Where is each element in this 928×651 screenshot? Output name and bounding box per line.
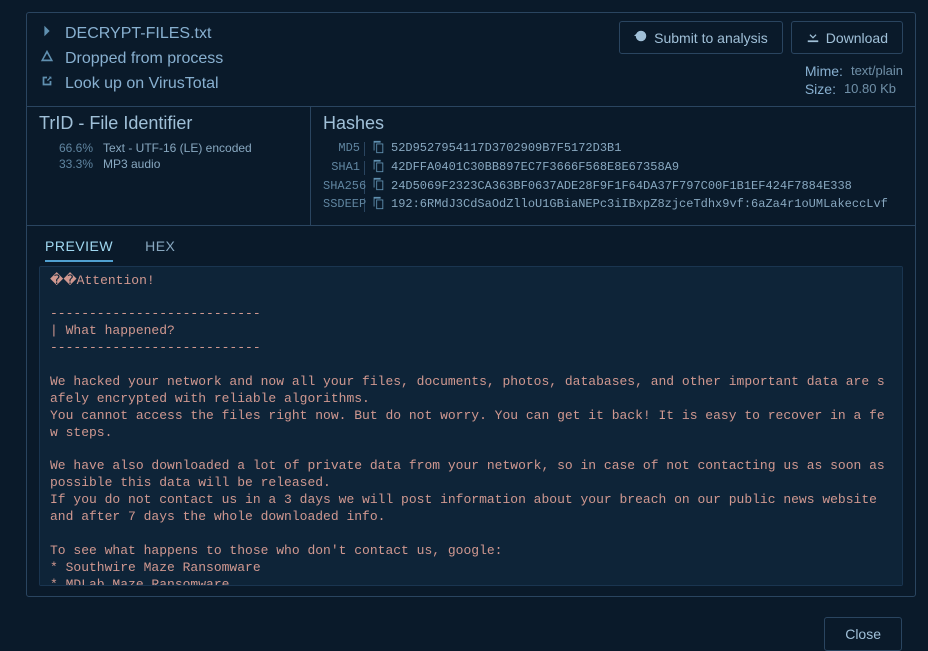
hash-row-md5: MD5 52D9527954117D3702909B7F5172D3B1 bbox=[323, 140, 903, 159]
mime-row: Mime: text/plain bbox=[805, 62, 903, 80]
trid-panel: TrID - File Identifier 66.6% Text - UTF-… bbox=[27, 107, 311, 225]
trid-desc: MP3 audio bbox=[103, 157, 160, 171]
trid-desc: Text - UTF-16 (LE) encoded bbox=[103, 141, 252, 155]
size-value: 10.80 Kb bbox=[844, 81, 896, 97]
hash-label: MD5 bbox=[323, 142, 365, 156]
trid-title: TrID - File Identifier bbox=[39, 113, 298, 134]
download-icon bbox=[806, 29, 820, 46]
hash-label: SSDEEP bbox=[323, 198, 365, 212]
hash-row-sha1: SHA1 42DFFA0401C30BB897EC7F3666F568E8E67… bbox=[323, 159, 903, 178]
preview-pane[interactable]: ��Attention! ---------------------------… bbox=[39, 266, 903, 586]
mime-value: text/plain bbox=[851, 63, 903, 79]
download-label: Download bbox=[826, 30, 888, 46]
submit-analysis-button[interactable]: Submit to analysis bbox=[619, 21, 783, 54]
hash-row-sha256: SHA256 24D5069F2323CA363BF0637ADE28F9F1F… bbox=[323, 177, 903, 196]
dropped-row[interactable]: Dropped from process bbox=[39, 46, 619, 71]
trid-row: 33.3% MP3 audio bbox=[39, 156, 298, 172]
meta-rows: Mime: text/plain Size: 10.80 Kb bbox=[805, 62, 903, 98]
footer: Close bbox=[0, 597, 928, 651]
hash-value: 42DFFA0401C30BB897EC7F3666F568E8E67358A9 bbox=[391, 161, 679, 175]
refresh-icon bbox=[634, 29, 648, 46]
filename: DECRYPT-FILES.txt bbox=[65, 25, 211, 43]
copy-icon[interactable] bbox=[371, 177, 385, 196]
header: DECRYPT-FILES.txt Dropped from process L… bbox=[27, 13, 915, 107]
tab-preview[interactable]: PREVIEW bbox=[45, 234, 113, 262]
external-link-icon bbox=[39, 74, 55, 93]
chevron-right-icon bbox=[39, 24, 55, 43]
warning-icon bbox=[39, 49, 55, 68]
header-buttons: Submit to analysis Download bbox=[619, 21, 903, 54]
trid-pct: 33.3% bbox=[57, 157, 93, 171]
copy-icon[interactable] bbox=[371, 159, 385, 178]
hash-value: 24D5069F2323CA363BF0637ADE28F9F1F64DA37F… bbox=[391, 180, 852, 194]
close-button[interactable]: Close bbox=[824, 617, 902, 651]
size-row: Size: 10.80 Kb bbox=[805, 80, 903, 98]
download-button[interactable]: Download bbox=[791, 21, 903, 54]
hash-label: SHA1 bbox=[323, 161, 365, 175]
hashes-panel: Hashes MD5 52D9527954117D3702909B7F5172D… bbox=[311, 107, 915, 225]
virustotal-label: Look up on VirusTotal bbox=[65, 75, 219, 93]
virustotal-row[interactable]: Look up on VirusTotal bbox=[39, 71, 619, 96]
filename-row[interactable]: DECRYPT-FILES.txt bbox=[39, 21, 619, 46]
mime-label: Mime: bbox=[805, 63, 843, 79]
tab-hex[interactable]: HEX bbox=[145, 234, 175, 262]
file-details-container: DECRYPT-FILES.txt Dropped from process L… bbox=[26, 12, 916, 597]
header-left: DECRYPT-FILES.txt Dropped from process L… bbox=[39, 21, 619, 98]
hash-label: SHA256 bbox=[323, 180, 365, 194]
hash-value: 192:6RMdJ3CdSaOdZlloU1GBiaNEPc3iIBxpZ8zj… bbox=[391, 198, 888, 212]
tabs: PREVIEW HEX bbox=[27, 226, 915, 262]
copy-icon[interactable] bbox=[371, 140, 385, 159]
header-right: Submit to analysis Download Mime: text/p… bbox=[619, 21, 903, 98]
hash-value: 52D9527954117D3702909B7F5172D3B1 bbox=[391, 142, 621, 156]
size-label: Size: bbox=[805, 81, 836, 97]
trid-row: 66.6% Text - UTF-16 (LE) encoded bbox=[39, 140, 298, 156]
info-grid: TrID - File Identifier 66.6% Text - UTF-… bbox=[27, 107, 915, 226]
hash-row-ssdeep: SSDEEP 192:6RMdJ3CdSaOdZlloU1GBiaNEPc3iI… bbox=[323, 196, 903, 215]
submit-label: Submit to analysis bbox=[654, 30, 768, 46]
trid-pct: 66.6% bbox=[57, 141, 93, 155]
copy-icon[interactable] bbox=[371, 196, 385, 215]
hashes-title: Hashes bbox=[323, 113, 903, 134]
dropped-label: Dropped from process bbox=[65, 50, 223, 68]
